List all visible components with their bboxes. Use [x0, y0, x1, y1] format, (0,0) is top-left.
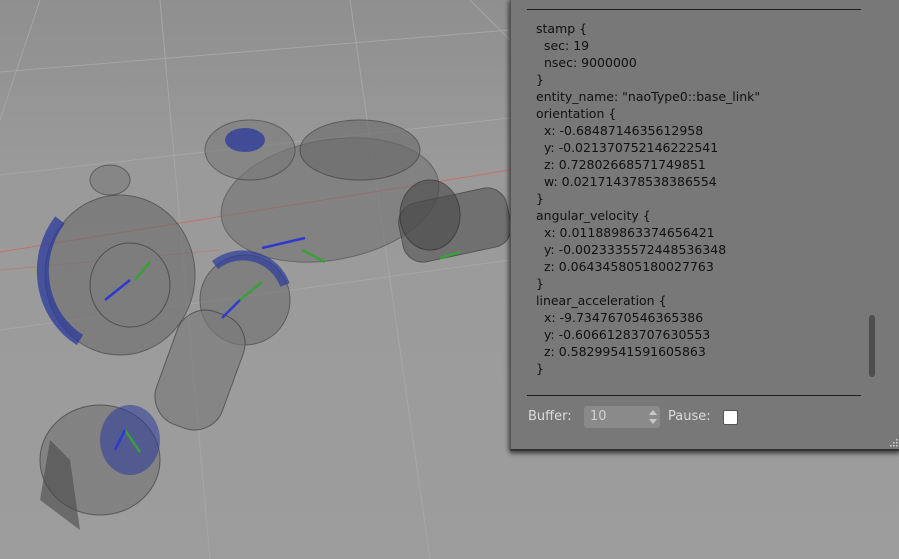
message-line: y: -0.60661283707630553	[536, 327, 711, 342]
spin-up-icon[interactable]	[649, 410, 657, 415]
message-line: }	[536, 191, 544, 206]
message-line: stamp {	[536, 21, 588, 36]
message-line: }	[536, 361, 544, 376]
message-line: linear_acceleration {	[536, 293, 667, 308]
message-display[interactable]: stamp { sec: 19 nsec: 9000000 } entity_n…	[527, 9, 861, 396]
message-line: orientation {	[536, 106, 617, 121]
message-line: y: -0.0023335572448536348	[536, 242, 727, 257]
echo-controls: Buffer: 10 Pause:	[528, 406, 888, 428]
topic-echo-panel: stamp { sec: 19 nsec: 9000000 } entity_n…	[510, 0, 899, 451]
message-line: z: 0.58299541591605863	[536, 344, 706, 359]
scrollbar-thumb[interactable]	[869, 315, 875, 377]
message-line: entity_name: "naoType0::base_link"	[536, 89, 761, 104]
resize-grip-icon[interactable]	[888, 437, 898, 447]
message-line: x: -0.6848714635612958	[536, 123, 704, 138]
message-line: angular_velocity {	[536, 208, 651, 223]
message-line: y: -0.021370752146222541	[536, 140, 719, 155]
message-line: }	[536, 72, 544, 87]
pause-label: Pause:	[668, 409, 711, 424]
buffer-label: Buffer:	[528, 409, 572, 424]
buffer-value[interactable]: 10	[590, 409, 607, 424]
pause-checkbox[interactable]	[723, 410, 738, 425]
buffer-spinbox[interactable]: 10	[584, 406, 660, 428]
message-line: z: 0.72802668571749851	[536, 157, 706, 172]
robot-model	[36, 119, 512, 530]
message-line: }	[536, 276, 544, 291]
message-text: stamp { sec: 19 nsec: 9000000 } entity_n…	[527, 10, 861, 377]
message-line: w: 0.021714378538386554	[536, 174, 717, 189]
message-line: sec: 19	[536, 38, 590, 53]
message-line: z: 0.064345805180027763	[536, 259, 714, 274]
message-line: x: 0.011889863374656421	[536, 225, 715, 240]
message-line: nsec: 9000000	[536, 55, 637, 70]
message-line: x: -9.7347670546365386	[536, 310, 704, 325]
spin-down-icon[interactable]	[649, 419, 657, 424]
